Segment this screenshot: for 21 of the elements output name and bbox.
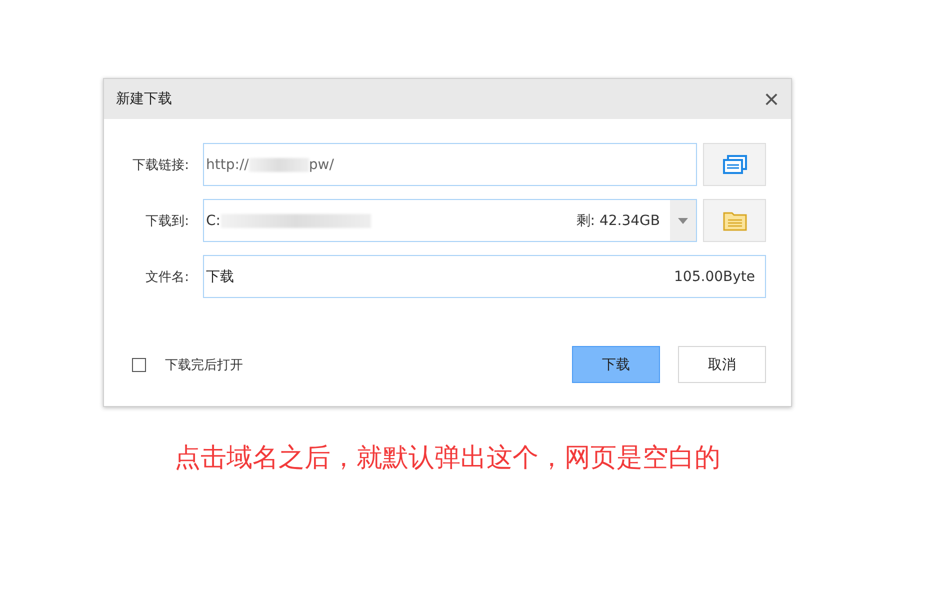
windows-button[interactable] — [703, 143, 766, 186]
windows-icon — [722, 154, 746, 174]
field-label: 文件名: — [144, 268, 189, 286]
checkbox-label: 下载完后打开 — [165, 356, 243, 374]
caret-icon — [678, 218, 688, 224]
field-label: 下载链接: — [132, 156, 189, 174]
folder-icon — [722, 210, 746, 230]
free-space: 剩: 42.34GB — [576, 212, 660, 230]
filename-field[interactable]: 下载 105.00Byte — [203, 255, 766, 298]
dropdown-button[interactable] — [670, 200, 696, 241]
cancel-button[interactable]: 取消 — [678, 346, 766, 383]
path-field[interactable]: C: 剩: 42.34GB — [203, 199, 697, 242]
checkbox[interactable] — [132, 358, 146, 372]
field-label: 下载到: — [144, 212, 189, 230]
file-size: 105.00Byte — [674, 268, 755, 284]
folder-button[interactable] — [703, 199, 766, 242]
download-button[interactable]: 下载 — [572, 346, 660, 383]
close-button[interactable]: × — [764, 86, 779, 112]
url-field[interactable]: http:// pw/ — [203, 143, 697, 186]
annotation-text: 点击域名之后，就默认弹出这个，网页是空白的 — [174, 442, 722, 475]
dialog-title: 新建下载 — [116, 90, 172, 108]
